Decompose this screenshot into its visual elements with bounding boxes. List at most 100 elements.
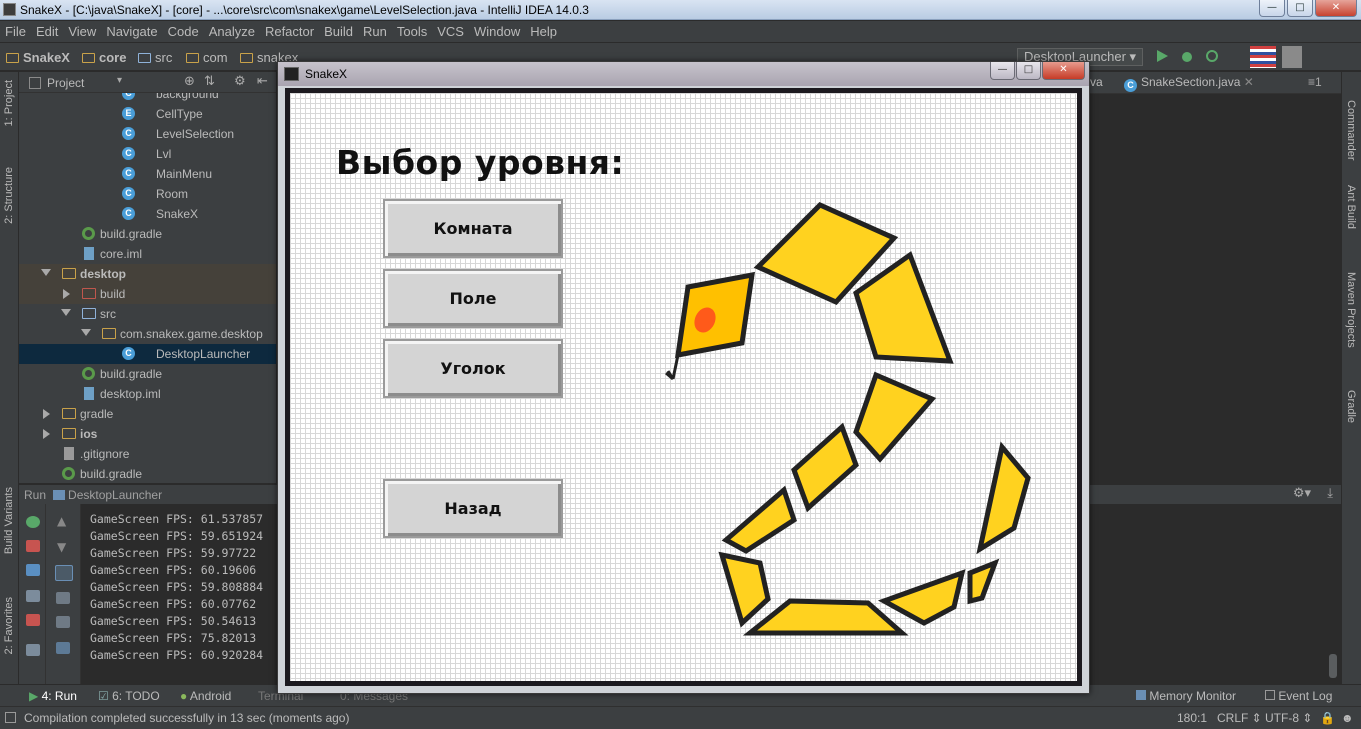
menu-navigate[interactable]: Navigate [101, 24, 162, 39]
breadcrumb-core[interactable]: core [82, 50, 126, 65]
hide-panel-icon[interactable]: ⤓ [1327, 486, 1333, 501]
expand-arrow-icon[interactable] [81, 329, 91, 336]
tab-commander[interactable]: Commander [1345, 100, 1357, 161]
soft-wrap-icon[interactable] [55, 565, 73, 581]
tree-item[interactable]: C MainMenu [19, 164, 276, 184]
console-scrollbar[interactable] [1326, 504, 1341, 684]
breadcrumb-project[interactable]: SnakeX [6, 50, 70, 65]
tree-item[interactable]: .gitignore [19, 444, 276, 464]
cursor-position[interactable]: 180:1 [1177, 711, 1207, 725]
tree-item[interactable]: build [19, 284, 276, 304]
tab-structure[interactable]: 2: Structure [3, 167, 15, 224]
collapse-arrow-icon[interactable] [43, 429, 50, 439]
tree-item[interactable]: build.gradle [19, 364, 276, 384]
layout-icon[interactable] [26, 644, 40, 656]
tab-gradle[interactable]: Gradle [1345, 390, 1357, 423]
tab-list-icon[interactable]: ≡1 [1308, 75, 1322, 89]
scrollbar-thumb[interactable] [1329, 654, 1337, 678]
snake-segment [976, 441, 1031, 555]
scroll-down-icon[interactable]: ▼ [57, 540, 66, 554]
menu-edit[interactable]: Edit [31, 24, 63, 39]
collapse-all-icon[interactable]: ⇅ [204, 74, 215, 89]
maximize-button[interactable]: □ [1287, 0, 1313, 17]
editor-tab[interactable]: va [1090, 75, 1103, 89]
close-button[interactable]: ✕ [1315, 0, 1357, 17]
scroll-up-icon[interactable]: ▲ [57, 514, 66, 528]
tree-item[interactable]: Cbackground [19, 93, 276, 104]
coverage-icon[interactable] [1205, 49, 1219, 63]
inspector-icon[interactable]: ☻ [1341, 711, 1354, 725]
tab-maven-projects[interactable]: Maven Projects [1345, 272, 1357, 348]
tab-memory-monitor[interactable]: Memory Monitor [1136, 689, 1236, 703]
tree-item[interactable]: desktop [19, 264, 276, 284]
menu-view[interactable]: View [63, 24, 101, 39]
tree-item[interactable]: desktop.iml [19, 384, 276, 404]
tab-event-log[interactable]: Event Log [1265, 689, 1332, 703]
collapse-arrow-icon[interactable] [43, 409, 50, 419]
stop-icon[interactable] [26, 540, 40, 552]
avd-manager-icon[interactable] [1282, 46, 1302, 68]
dump-threads-icon[interactable] [26, 590, 40, 602]
clear-all-icon[interactable] [56, 642, 70, 654]
tree-item[interactable]: build.gradle [19, 224, 276, 244]
breadcrumb-com[interactable]: com [186, 50, 228, 65]
tree-item[interactable]: com.snakex.game.desktop [19, 324, 276, 344]
tree-item[interactable]: ios [19, 424, 276, 444]
tree-item[interactable]: E CellType [19, 104, 276, 124]
chevron-down-icon[interactable]: ▾ [117, 75, 122, 86]
tree-item[interactable]: src [19, 304, 276, 324]
menu-analyze[interactable]: Analyze [204, 24, 260, 39]
tree-item[interactable]: core.iml [19, 244, 276, 264]
scroll-from-source-icon[interactable]: ⊕ [184, 74, 195, 89]
tab-ant-build[interactable]: Ant Build [1345, 185, 1357, 229]
editor-tab-snakesection[interactable]: C SnakeSection.java ✕ [1124, 75, 1254, 92]
close-tab-icon[interactable]: ✕ [1244, 75, 1254, 89]
run-icon[interactable] [1155, 49, 1171, 65]
tree-item-selected[interactable]: C DesktopLauncher [19, 344, 276, 364]
game-close-button[interactable]: ✕ [1042, 62, 1085, 80]
tab-android[interactable]: ● Android [180, 689, 231, 703]
gear-icon[interactable]: ⚙▾ [1293, 486, 1311, 501]
collapse-arrow-icon[interactable] [63, 289, 70, 299]
tree-item[interactable]: C LevelSelection [19, 124, 276, 144]
tree-item[interactable]: C Lvl [19, 144, 276, 164]
tree-item[interactable]: C Room [19, 184, 276, 204]
line-separator[interactable]: CRLF ⇕ [1217, 711, 1262, 725]
menu-refactor[interactable]: Refactor [260, 24, 319, 39]
game-maximize-button[interactable]: □ [1016, 62, 1041, 80]
tab-project[interactable]: 1: Project [3, 80, 15, 126]
file-encoding[interactable]: UTF-8 ⇕ [1265, 711, 1312, 725]
menu-vcs[interactable]: VCS [432, 24, 469, 39]
tree-item[interactable]: gradle [19, 404, 276, 424]
menu-code[interactable]: Code [163, 24, 204, 39]
menu-help[interactable]: Help [525, 24, 562, 39]
gear-icon[interactable]: ⚙ [234, 74, 246, 89]
breadcrumb-src[interactable]: src [138, 50, 172, 65]
debug-icon[interactable] [1180, 49, 1194, 63]
tab-build-variants[interactable]: Build Variants [3, 487, 15, 554]
menu-run[interactable]: Run [358, 24, 392, 39]
expand-arrow-icon[interactable] [41, 269, 51, 276]
minimize-button[interactable]: — [1259, 0, 1285, 17]
exit-icon[interactable] [26, 614, 40, 626]
hide-icon[interactable]: ⇤ [257, 74, 268, 89]
pause-icon[interactable] [26, 564, 40, 576]
tab-todo[interactable]: ☑ 6: TODO [98, 689, 160, 703]
tree-item[interactable]: build.gradle [19, 464, 276, 483]
menu-window[interactable]: Window [469, 24, 525, 39]
expand-arrow-icon[interactable] [61, 309, 71, 316]
tool-windows-icon[interactable] [5, 712, 16, 723]
game-minimize-button[interactable]: — [990, 62, 1015, 80]
sdk-manager-icon[interactable] [1250, 46, 1276, 68]
menu-file[interactable]: File [0, 24, 31, 39]
rerun-icon[interactable] [26, 516, 40, 528]
project-view-select[interactable]: Project [47, 76, 84, 90]
menu-build[interactable]: Build [319, 24, 358, 39]
tab-run[interactable]: ▶ 4: Run [29, 689, 77, 703]
lock-icon[interactable]: 🔒 [1320, 711, 1335, 725]
tab-favorites[interactable]: 2: Favorites [3, 597, 15, 654]
tree-item[interactable]: C SnakeX [19, 204, 276, 224]
scroll-to-end-icon[interactable] [56, 592, 70, 604]
print-icon[interactable] [56, 616, 70, 628]
menu-tools[interactable]: Tools [392, 24, 432, 39]
